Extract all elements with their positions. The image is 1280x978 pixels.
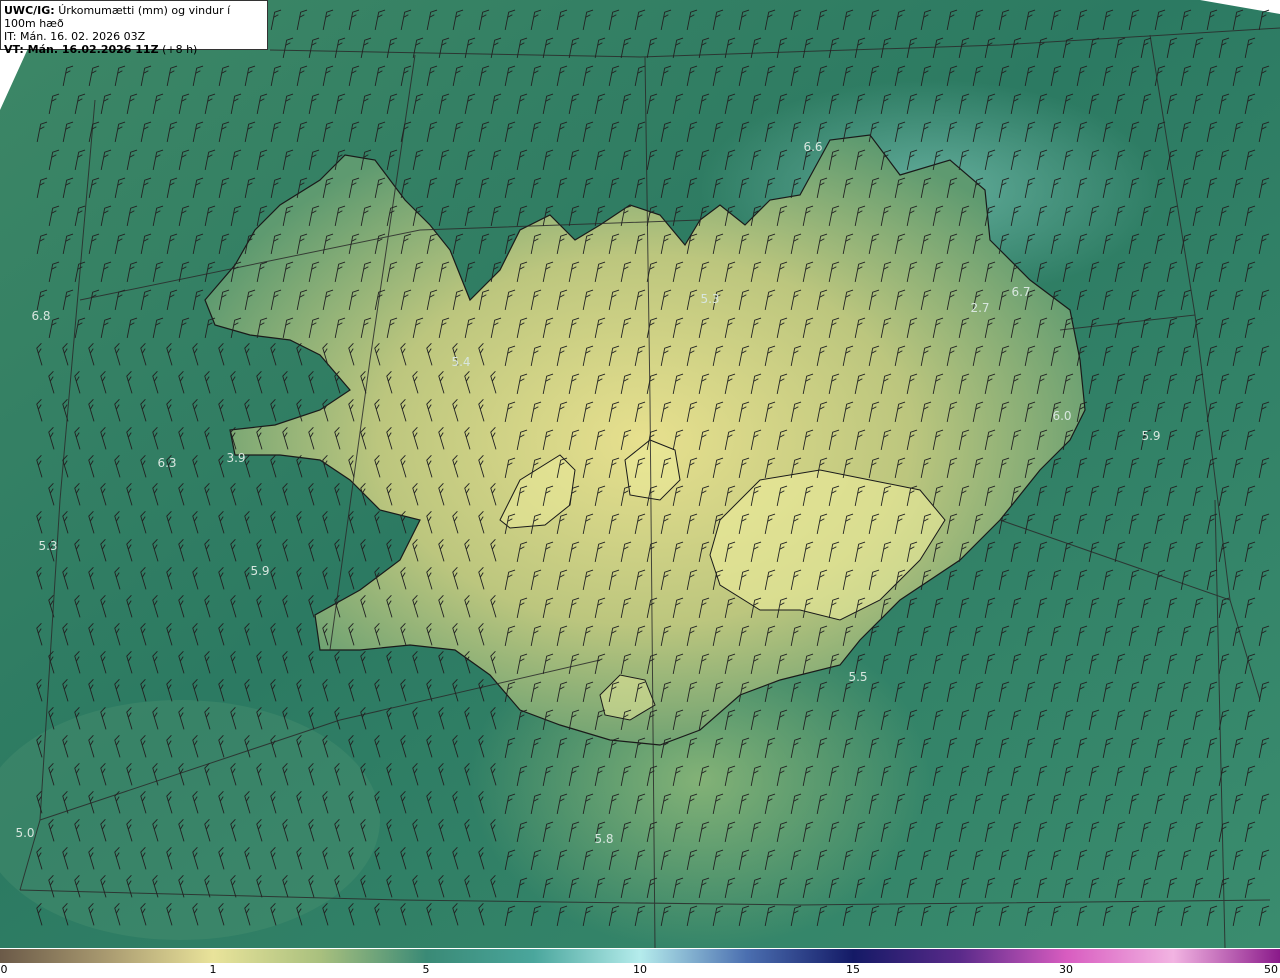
map-value-label: 5.3 bbox=[700, 292, 720, 306]
map-value-label: 6.3 bbox=[157, 456, 177, 470]
map-value-label: 6.8 bbox=[31, 309, 51, 323]
map-value-label: 5.0 bbox=[15, 826, 35, 840]
map-value-label: 6.7 bbox=[1011, 285, 1031, 299]
map-value-label: 6.6 bbox=[803, 140, 823, 154]
forecast-map bbox=[0, 0, 1280, 948]
map-value-label: 2.7 bbox=[970, 301, 990, 315]
scale-tick-label: 5 bbox=[422, 963, 430, 976]
map-value-label: 5.9 bbox=[250, 564, 270, 578]
map-value-label: 5.8 bbox=[594, 832, 614, 846]
map-value-label: 5.4 bbox=[451, 355, 471, 369]
color-scale-bar bbox=[0, 949, 1280, 963]
initial-time: IT: Mán. 16. 02. 2026 03Z bbox=[4, 30, 146, 43]
scale-tick-label: 10 bbox=[633, 963, 647, 976]
map-value-label: 6.0 bbox=[1052, 409, 1072, 423]
map-value-label: 5.9 bbox=[1141, 429, 1161, 443]
scale-tick-label: 30 bbox=[1059, 963, 1073, 976]
map-value-label: 3.9 bbox=[226, 451, 246, 465]
scale-tick-label: 50 bbox=[1264, 963, 1278, 976]
forecast-offset: (+8 h) bbox=[162, 43, 198, 56]
map-value-label: 5.5 bbox=[848, 670, 868, 684]
scale-tick-label: 15 bbox=[846, 963, 860, 976]
scale-tick-label: 1 bbox=[209, 963, 217, 976]
map-header: UWC/IG: Úrkomumætti (mm) og vindur í 100… bbox=[0, 0, 268, 56]
map-value-label: 5.3 bbox=[38, 539, 58, 553]
scale-tick-label: 0 bbox=[0, 963, 8, 976]
model-name: UWC/IG: bbox=[4, 4, 55, 17]
valid-time: VT: Mán. 16.02.2026 11Z bbox=[4, 43, 159, 56]
